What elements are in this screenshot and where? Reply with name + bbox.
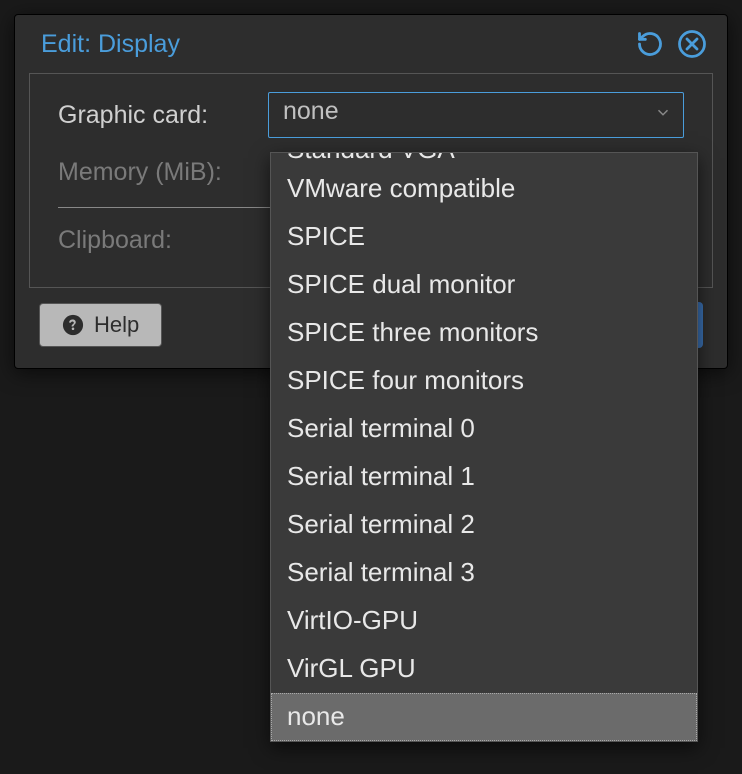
dropdown-item[interactable]: VirGL GPU bbox=[271, 645, 697, 693]
dropdown-item[interactable]: SPICE three monitors bbox=[271, 309, 697, 357]
dropdown-item[interactable]: Serial terminal 2 bbox=[271, 501, 697, 549]
close-icon[interactable] bbox=[677, 29, 707, 59]
graphic-card-value: none bbox=[268, 92, 684, 138]
graphic-card-select[interactable]: none bbox=[268, 92, 684, 138]
dropdown-item[interactable]: VMware compatible bbox=[271, 165, 697, 213]
dropdown-viewport: Standard VGA VMware compatibleSPICESPICE… bbox=[271, 153, 697, 741]
dropdown-item[interactable]: Serial terminal 1 bbox=[271, 453, 697, 501]
dialog-title: Edit: Display bbox=[41, 30, 180, 59]
help-icon bbox=[62, 314, 84, 336]
help-button-label: Help bbox=[94, 312, 139, 338]
dropdown-item[interactable]: Serial terminal 3 bbox=[271, 549, 697, 597]
dialog-titlebar: Edit: Display bbox=[15, 15, 727, 73]
dropdown-item[interactable]: none bbox=[271, 693, 697, 741]
dropdown-item[interactable]: SPICE four monitors bbox=[271, 357, 697, 405]
dropdown-item[interactable]: SPICE bbox=[271, 213, 697, 261]
memory-label: Memory (MiB): bbox=[58, 158, 268, 187]
dropdown-item[interactable]: VirtIO-GPU bbox=[271, 597, 697, 645]
dropdown-item[interactable]: Standard VGA bbox=[271, 153, 697, 165]
clipboard-label: Clipboard: bbox=[58, 226, 268, 255]
help-button[interactable]: Help bbox=[39, 303, 162, 347]
reset-icon[interactable] bbox=[635, 29, 665, 59]
titlebar-actions bbox=[635, 29, 707, 59]
dropdown-item[interactable]: Serial terminal 0 bbox=[271, 405, 697, 453]
graphic-card-dropdown[interactable]: Standard VGA VMware compatibleSPICESPICE… bbox=[270, 152, 698, 742]
dropdown-item[interactable]: SPICE dual monitor bbox=[271, 261, 697, 309]
graphic-card-label: Graphic card: bbox=[58, 101, 268, 130]
graphic-card-row: Graphic card: none bbox=[58, 92, 684, 138]
